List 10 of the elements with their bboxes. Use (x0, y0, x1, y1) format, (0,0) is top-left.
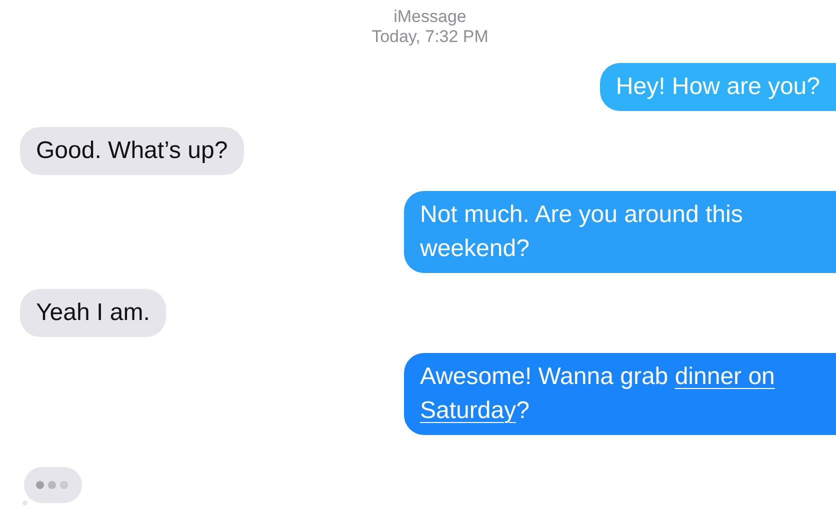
date-link[interactable]: dinner on (674, 363, 775, 390)
date-link[interactable]: Saturday (420, 397, 516, 424)
timestamp: Today, 7:32 PM (372, 27, 488, 47)
service-label: iMessage (394, 7, 466, 27)
sent-message-bubble: Awesome! Wanna grab dinner on Saturday? (404, 353, 836, 435)
received-message-bubble: Good. What’s up? (20, 127, 244, 175)
received-message-bubble: Yeah I am. (20, 289, 166, 337)
sent-message-bubble: Not much. Are you around this weekend? (404, 191, 836, 273)
typing-indicator-icon (20, 465, 84, 506)
sent-message-bubble: Hey! How are you? (600, 63, 836, 111)
